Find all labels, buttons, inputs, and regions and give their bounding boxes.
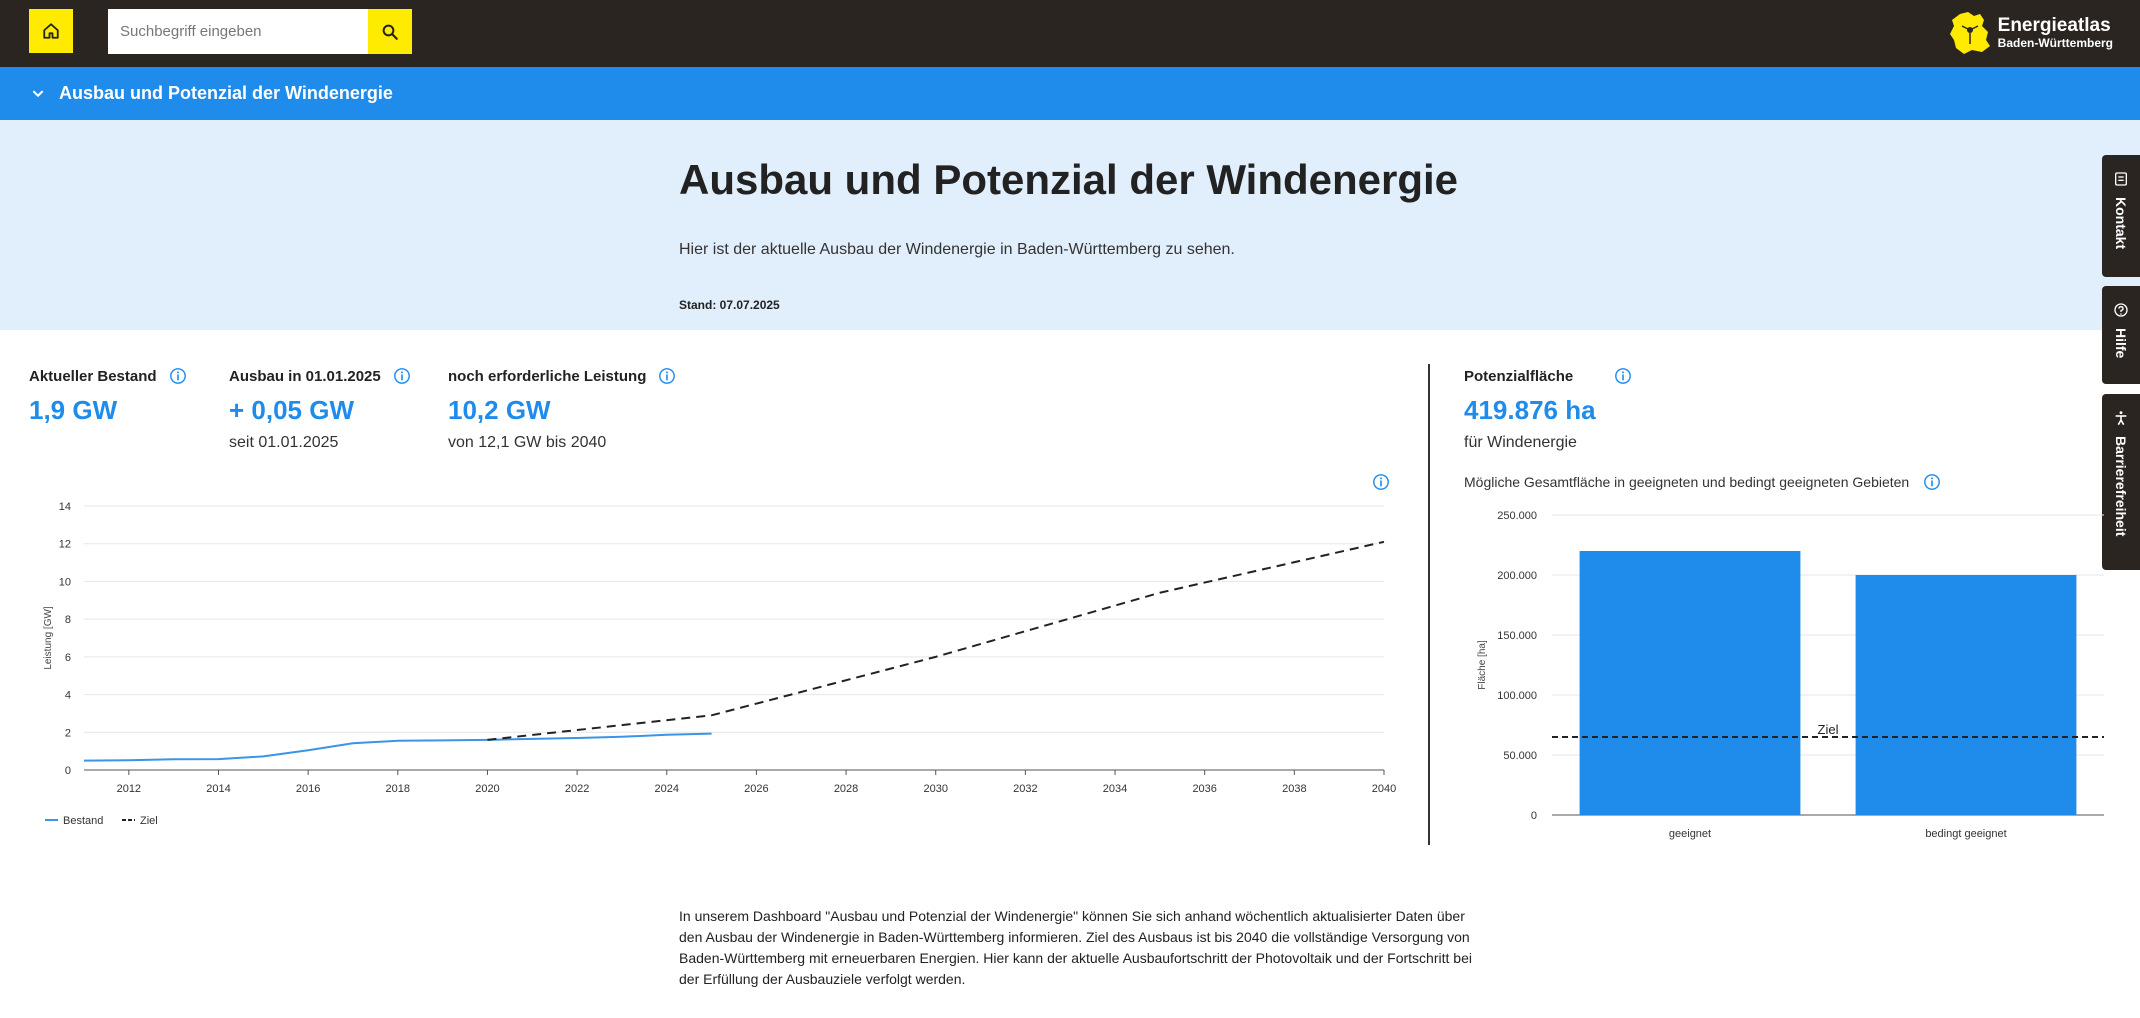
kpi-label: Ausbau in 01.01.2025: [229, 367, 381, 385]
hero-section: Ausbau und Potenzial der Windenergie Hie…: [0, 120, 2140, 330]
y-tick-label: 10: [59, 576, 71, 588]
bar-chart-caption-row: Mögliche Gesamtfläche in geeigneten und …: [1464, 473, 1941, 491]
side-tab-barrierefreiheit-label: Barrierefreiheit: [2113, 436, 2129, 537]
y-axis-label: Leistung [GW]: [43, 606, 54, 670]
kpi-potenzialflaeche: Potenzialfläche 419.876 ha für Windenerg…: [1464, 365, 1632, 452]
info-icon[interactable]: [1923, 473, 1941, 491]
y-tick-label: 50.000: [1503, 750, 1537, 762]
x-tick-label: 2012: [117, 783, 141, 795]
kpi-label-row: Ausbau in 01.01.2025: [229, 365, 411, 387]
x-tick-label: bedingt geeignet: [1925, 828, 2006, 840]
chevron-down-icon: [32, 90, 44, 97]
x-tick-label: 2028: [834, 783, 858, 795]
kpi-value: 10,2 GW: [448, 395, 551, 425]
legend-label: Bestand: [63, 815, 103, 827]
kpi-value: 1,9 GW: [29, 395, 118, 425]
y-tick-label: 250.000: [1497, 510, 1537, 522]
y-tick-label: 6: [65, 652, 71, 664]
kpi-value: 419.876 ha: [1464, 395, 1596, 425]
info-icon[interactable]: [169, 367, 187, 385]
bar-bedingt-geeignet: [1855, 575, 2077, 815]
side-tab-hilfe[interactable]: Hilfe: [2102, 286, 2140, 384]
logo-subtitle: Baden-Württemberg: [1997, 35, 2113, 50]
x-tick-label: 2040: [1372, 783, 1396, 795]
side-tab-kontakt[interactable]: Kontakt: [2102, 155, 2140, 277]
info-icon[interactable]: [658, 367, 676, 385]
home-button[interactable]: [29, 9, 73, 53]
kpi-label: Potenzialfläche: [1464, 367, 1574, 385]
y-tick-label: 100.000: [1497, 690, 1537, 702]
accessibility-icon: [2115, 411, 2127, 426]
legend-label: Ziel: [140, 815, 158, 827]
y-tick-label: 0: [65, 765, 71, 777]
x-tick-label: 2036: [1192, 783, 1216, 795]
kpi-subtext: seit 01.01.2025: [229, 434, 339, 451]
line-chart-info-icon[interactable]: [1372, 473, 1390, 491]
y-tick-label: 150.000: [1497, 630, 1537, 642]
kpi-aktueller-bestand: Aktueller Bestand 1,9 GW: [29, 365, 187, 426]
home-icon: [43, 23, 59, 39]
y-tick-label: 200.000: [1497, 570, 1537, 582]
bar-chart-caption: Mögliche Gesamtfläche in geeigneten und …: [1464, 474, 1910, 490]
kpi-erforderliche-leistung: noch erforderliche Leistung 10,2 GW von …: [448, 365, 676, 452]
kpi-label-row: noch erforderliche Leistung: [448, 365, 676, 387]
kpi-subtext: für Windenergie: [1464, 434, 1577, 451]
series-line-bestand: [83, 732, 712, 762]
target-label: Ziel: [1818, 722, 1839, 737]
kpi-label-row: Potenzialfläche: [1464, 365, 1632, 387]
x-tick-label: 2022: [565, 783, 589, 795]
logo-text: Energieatlas Baden-Württemberg: [1997, 14, 2113, 50]
contact-icon: [2115, 172, 2127, 186]
bar-geeignet: [1579, 551, 1801, 815]
x-tick-label: 2032: [1013, 783, 1037, 795]
side-tab-barrierefreiheit[interactable]: Barrierefreiheit: [2102, 394, 2140, 570]
kpi-label: noch erforderliche Leistung: [448, 367, 647, 385]
y-tick-label: 4: [65, 690, 71, 702]
logo-title: Energieatlas: [1997, 14, 2111, 36]
y-tick-label: 0: [1531, 810, 1537, 822]
section-nav-toggle[interactable]: Ausbau und Potenzial der Windenergie: [0, 67, 2140, 120]
section-nav-label: Ausbau und Potenzial der Windenergie: [59, 83, 393, 103]
kpi-value: + 0,05 GW: [229, 395, 354, 425]
dashboard-description: In unserem Dashboard "Ausbau und Potenzi…: [679, 908, 1472, 987]
search-button[interactable]: [368, 9, 412, 54]
x-tick-label: 2020: [475, 783, 499, 795]
x-tick-label: 2034: [1103, 783, 1127, 795]
info-icon[interactable]: [1614, 367, 1632, 385]
y-tick-label: 14: [59, 501, 71, 513]
side-tab-hilfe-label: Hilfe: [2113, 328, 2129, 359]
top-bar: Energieatlas Baden-Württemberg: [0, 0, 2140, 67]
y-tick-label: 12: [59, 539, 71, 551]
kpi-subtext: von 12,1 GW bis 2040: [448, 434, 607, 451]
y-axis-label: Fläche [ha]: [1477, 640, 1488, 690]
x-tick-label: 2014: [206, 783, 230, 795]
y-tick-label: 2: [65, 727, 71, 739]
bw-map-logo-icon: [1949, 12, 1990, 54]
search-icon: [382, 24, 398, 40]
y-tick-label: 8: [65, 614, 71, 626]
leistung-line-chart: 0 2 4 6 8 10 12 14 2012 2014 2016 2018 2020 2022 2024 2…: [43, 501, 1396, 827]
side-tab-kontakt-label: Kontakt: [2113, 197, 2129, 250]
search-box: [108, 9, 412, 54]
stand-date: Stand: 07.07.2025: [679, 298, 780, 312]
search-input[interactable]: [108, 9, 368, 54]
x-tick-label: 2030: [923, 783, 947, 795]
kpi-label: Aktueller Bestand: [29, 367, 157, 385]
section-divider: [1428, 364, 1430, 845]
page-title: Ausbau und Potenzial der Windenergie: [679, 156, 1459, 203]
kpi-label-row: Aktueller Bestand: [29, 365, 187, 387]
x-tick-label: 2038: [1282, 783, 1306, 795]
info-icon[interactable]: [393, 367, 411, 385]
x-tick-label: geeignet: [1669, 828, 1711, 840]
energieatlas-logo[interactable]: Energieatlas Baden-Württemberg: [1948, 10, 2113, 56]
help-icon: [2114, 303, 2128, 317]
series-line-ziel: [487, 540, 1385, 741]
x-tick-label: 2026: [744, 783, 768, 795]
x-tick-label: 2024: [655, 783, 679, 795]
hero-description: Hier ist der aktuelle Ausbau der Windene…: [679, 241, 1235, 258]
potenzialflaeche-bar-chart: 0 50.000 100.000 150.000 200.000 250.000 Fläch…: [1477, 510, 2104, 840]
x-tick-label: 2016: [296, 783, 320, 795]
kpi-ausbau: Ausbau in 01.01.2025 + 0,05 GW seit 01.0…: [229, 365, 411, 452]
x-tick-label: 2018: [386, 783, 410, 795]
